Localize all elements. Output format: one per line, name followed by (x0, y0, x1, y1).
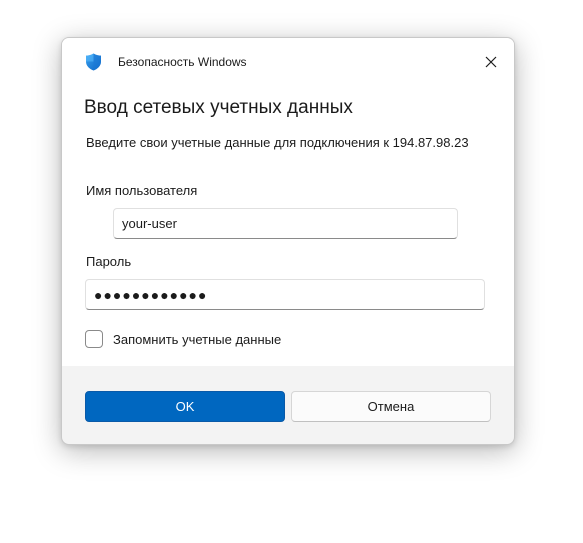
password-input[interactable] (85, 279, 485, 310)
dialog-description: Введите свои учетные данные для подключе… (86, 135, 469, 150)
dialog-content: Безопасность Windows Ввод сетевых учетны… (62, 38, 514, 366)
remember-credentials-row[interactable]: Запомнить учетные данные (85, 329, 281, 349)
shield-icon (86, 53, 101, 71)
username-input[interactable] (113, 208, 458, 239)
close-button[interactable] (476, 50, 506, 74)
cancel-button[interactable]: Отмена (291, 391, 491, 422)
credentials-dialog: Безопасность Windows Ввод сетевых учетны… (61, 37, 515, 445)
close-icon (485, 56, 497, 68)
app-title: Безопасность Windows (118, 55, 247, 69)
dialog-heading: Ввод сетевых учетных данных (84, 97, 353, 118)
remember-label: Запомнить учетные данные (113, 331, 282, 347)
password-label: Пароль (86, 254, 132, 269)
ok-button[interactable]: OK (85, 391, 285, 422)
remember-checkbox[interactable] (85, 330, 103, 348)
title-bar: Безопасность Windows (62, 38, 514, 86)
username-label: Имя пользователя (86, 183, 198, 198)
